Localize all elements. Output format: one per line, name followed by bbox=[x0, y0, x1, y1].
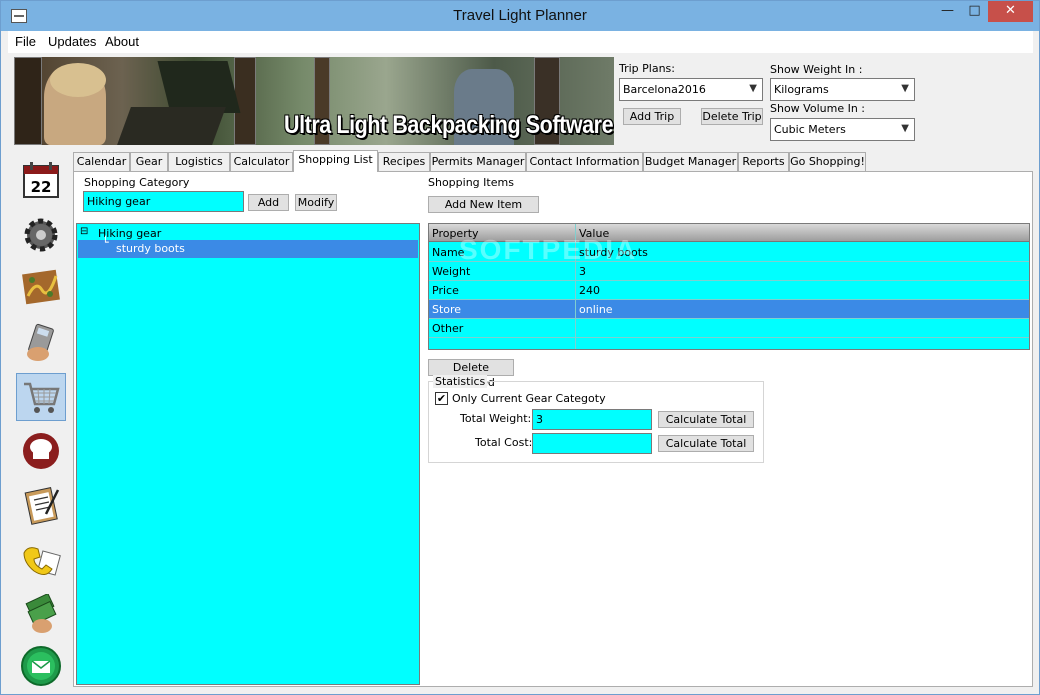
calculate-cost-button[interactable]: Calculate Total bbox=[658, 435, 754, 452]
tab-gear[interactable]: Gear bbox=[130, 152, 168, 171]
menu-about[interactable]: About bbox=[105, 34, 139, 49]
banner-tree bbox=[14, 57, 42, 145]
volume-unit-value: Cubic Meters bbox=[774, 123, 846, 136]
money-icon bbox=[25, 594, 57, 633]
sidebar-item-shopping-list[interactable] bbox=[16, 373, 66, 421]
collapse-icon[interactable]: ⊟ bbox=[80, 226, 88, 237]
sidebar-item-gear[interactable] bbox=[16, 211, 66, 259]
banner-slogan: Ultra Light Backpacking Software bbox=[284, 111, 614, 139]
close-button[interactable]: ✕ bbox=[988, 1, 1033, 22]
add-category-button[interactable]: Add bbox=[248, 194, 289, 211]
tab-permits-manager[interactable]: Permits Manager bbox=[430, 152, 526, 171]
banner-hair bbox=[50, 63, 106, 97]
banner-image: Ultra Light Backpacking Software bbox=[14, 57, 614, 145]
volume-unit-select[interactable]: Cubic Meters ▼ bbox=[770, 118, 915, 141]
calendar-icon: 22 bbox=[23, 162, 59, 198]
sidebar-item-logistics[interactable] bbox=[16, 263, 66, 311]
total-cost-label: Total Cost: bbox=[475, 436, 533, 449]
only-current-category-label: Only Current Gear Categoty bbox=[452, 392, 606, 405]
chevron-down-icon: ▼ bbox=[749, 83, 757, 94]
window-title: Travel Light Planner bbox=[453, 7, 587, 24]
tab-recipes[interactable]: Recipes bbox=[378, 152, 430, 171]
value-cell[interactable]: 3 bbox=[579, 265, 586, 278]
map-icon bbox=[22, 269, 60, 305]
menu-file[interactable]: File bbox=[15, 34, 36, 49]
maximize-button[interactable]: □ bbox=[961, 1, 988, 22]
property-cell: Other bbox=[432, 322, 464, 335]
shopping-items-label: Shopping Items bbox=[428, 176, 514, 189]
table-row[interactable]: Other bbox=[429, 319, 1029, 338]
delete-selected-button[interactable]: Delete Selected bbox=[428, 359, 514, 389]
minimize-button[interactable]: — bbox=[934, 1, 961, 22]
shopping-cart-icon bbox=[24, 382, 60, 413]
property-cell: Price bbox=[432, 284, 459, 297]
only-current-category-checkbox[interactable]: ✔ bbox=[435, 392, 448, 405]
tree-node-item[interactable]: sturdy boots bbox=[116, 242, 185, 255]
weight-unit-value: Kilograms bbox=[774, 83, 829, 96]
sidebar-item-calendar[interactable]: 22 bbox=[16, 156, 66, 204]
tree-node-selected-row[interactable]: └ sturdy boots bbox=[78, 236, 418, 258]
total-weight-label: Total Weight: bbox=[460, 412, 532, 425]
delete-trip-button[interactable]: Delete Trip bbox=[701, 108, 763, 125]
email-icon bbox=[21, 646, 61, 686]
weight-unit-label: Show Weight In : bbox=[770, 63, 863, 76]
clipboard-icon bbox=[24, 487, 60, 525]
tab-go-shopping[interactable]: Go Shopping! bbox=[789, 152, 866, 171]
calculate-weight-button[interactable]: Calculate Total bbox=[658, 411, 754, 428]
tab-calendar[interactable]: Calendar bbox=[73, 152, 130, 171]
sidebar-item-email[interactable] bbox=[16, 644, 66, 688]
sidebar-item-recipes[interactable] bbox=[16, 427, 66, 475]
item-properties-grid[interactable]: Property Value Name sturdy boots Weight … bbox=[428, 223, 1030, 350]
add-new-item-button[interactable]: Add New Item bbox=[428, 196, 539, 213]
tab-calculator[interactable]: Calculator bbox=[230, 152, 293, 171]
sidebar-item-budget[interactable] bbox=[16, 591, 66, 639]
value-cell[interactable]: online bbox=[579, 303, 613, 316]
trip-plans-label: Trip Plans: bbox=[619, 62, 675, 75]
sidebar-item-permits[interactable] bbox=[16, 481, 66, 529]
statistics-label: Statistics bbox=[433, 375, 488, 388]
app-window: Travel Light Planner — □ ✕ File Updates … bbox=[0, 0, 1040, 695]
category-tree[interactable]: ⊟ Hiking gear └ sturdy boots bbox=[76, 223, 420, 685]
menu-updates[interactable]: Updates bbox=[48, 34, 96, 49]
weight-unit-select[interactable]: Kilograms ▼ bbox=[770, 78, 915, 101]
value-cell[interactable]: 240 bbox=[579, 284, 600, 297]
property-cell: Store bbox=[432, 303, 462, 316]
chef-hat-icon bbox=[23, 433, 59, 469]
tab-contact-information[interactable]: Contact Information bbox=[526, 152, 643, 171]
shopping-category-input[interactable]: Hiking gear bbox=[83, 191, 244, 212]
tree-connector-icon: └ bbox=[102, 236, 109, 249]
sidebar-item-calculator[interactable] bbox=[16, 319, 66, 367]
watermark: SOFTPEDIA bbox=[459, 234, 638, 265]
property-cell: Weight bbox=[432, 265, 471, 278]
total-weight-field[interactable]: 3 bbox=[532, 409, 652, 430]
tab-reports[interactable]: Reports bbox=[738, 152, 789, 171]
trip-plans-select[interactable]: Barcelona2016 ▼ bbox=[619, 78, 763, 101]
shopping-category-label: Shopping Category bbox=[84, 176, 190, 189]
calendar-day: 22 bbox=[31, 178, 52, 196]
banner-laptop-screen bbox=[157, 61, 241, 113]
chevron-down-icon: ▼ bbox=[901, 123, 909, 134]
calculator-icon bbox=[27, 323, 54, 361]
chevron-down-icon: ▼ bbox=[901, 83, 909, 94]
trip-plans-value: Barcelona2016 bbox=[623, 83, 706, 96]
volume-unit-label: Show Volume In : bbox=[770, 102, 866, 115]
menu-bar: File Updates About bbox=[8, 31, 1033, 53]
tab-budget-manager[interactable]: Budget Manager bbox=[643, 152, 738, 171]
table-row[interactable]: Price 240 bbox=[429, 281, 1029, 300]
banner-laptop bbox=[117, 107, 226, 145]
table-row[interactable]: Store online bbox=[429, 300, 1029, 319]
phone-icon bbox=[23, 547, 61, 576]
add-trip-button[interactable]: Add Trip bbox=[623, 108, 681, 125]
gear-icon bbox=[24, 218, 58, 252]
tab-logistics[interactable]: Logistics bbox=[168, 152, 230, 171]
modify-category-button[interactable]: Modify bbox=[295, 194, 337, 211]
title-bar[interactable]: Travel Light Planner — □ ✕ bbox=[1, 1, 1039, 31]
tab-shopping-list[interactable]: Shopping List bbox=[293, 150, 378, 172]
total-cost-field[interactable] bbox=[532, 433, 652, 454]
sidebar-item-contacts[interactable] bbox=[16, 536, 66, 584]
